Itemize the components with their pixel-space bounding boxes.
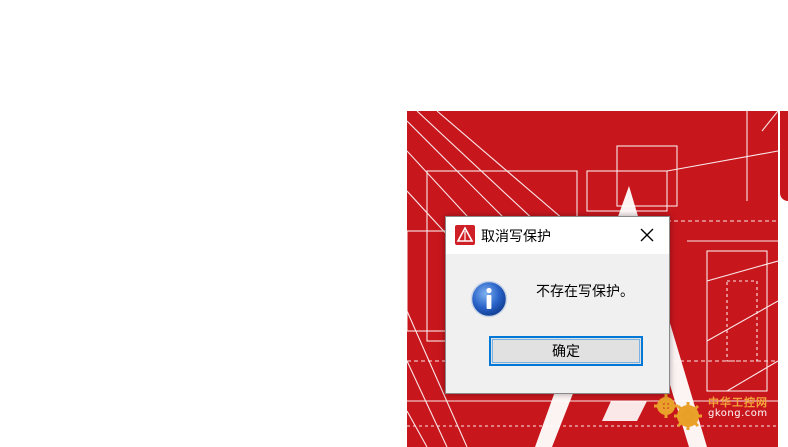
- watermark-url: gkong.com: [708, 408, 768, 419]
- close-icon: [640, 228, 654, 242]
- ok-button-focus-ring: [492, 339, 640, 363]
- app-logo-icon: [455, 225, 475, 245]
- dialog-title: 取消写保护: [481, 229, 551, 245]
- dialog-message: 不存在写保护。: [536, 284, 634, 300]
- gear-logo-icon: [654, 394, 702, 430]
- ok-button[interactable]: 确定: [489, 336, 643, 366]
- info-icon: [470, 280, 508, 318]
- splash-edge-notch: [780, 111, 788, 201]
- message-dialog: 取消写保护 不存在写保护。 确定: [445, 216, 670, 394]
- dialog-titlebar[interactable]: 取消写保护: [446, 217, 669, 254]
- close-button[interactable]: [634, 223, 660, 247]
- gkong-watermark: 中华工控网 gkong.com: [652, 392, 782, 432]
